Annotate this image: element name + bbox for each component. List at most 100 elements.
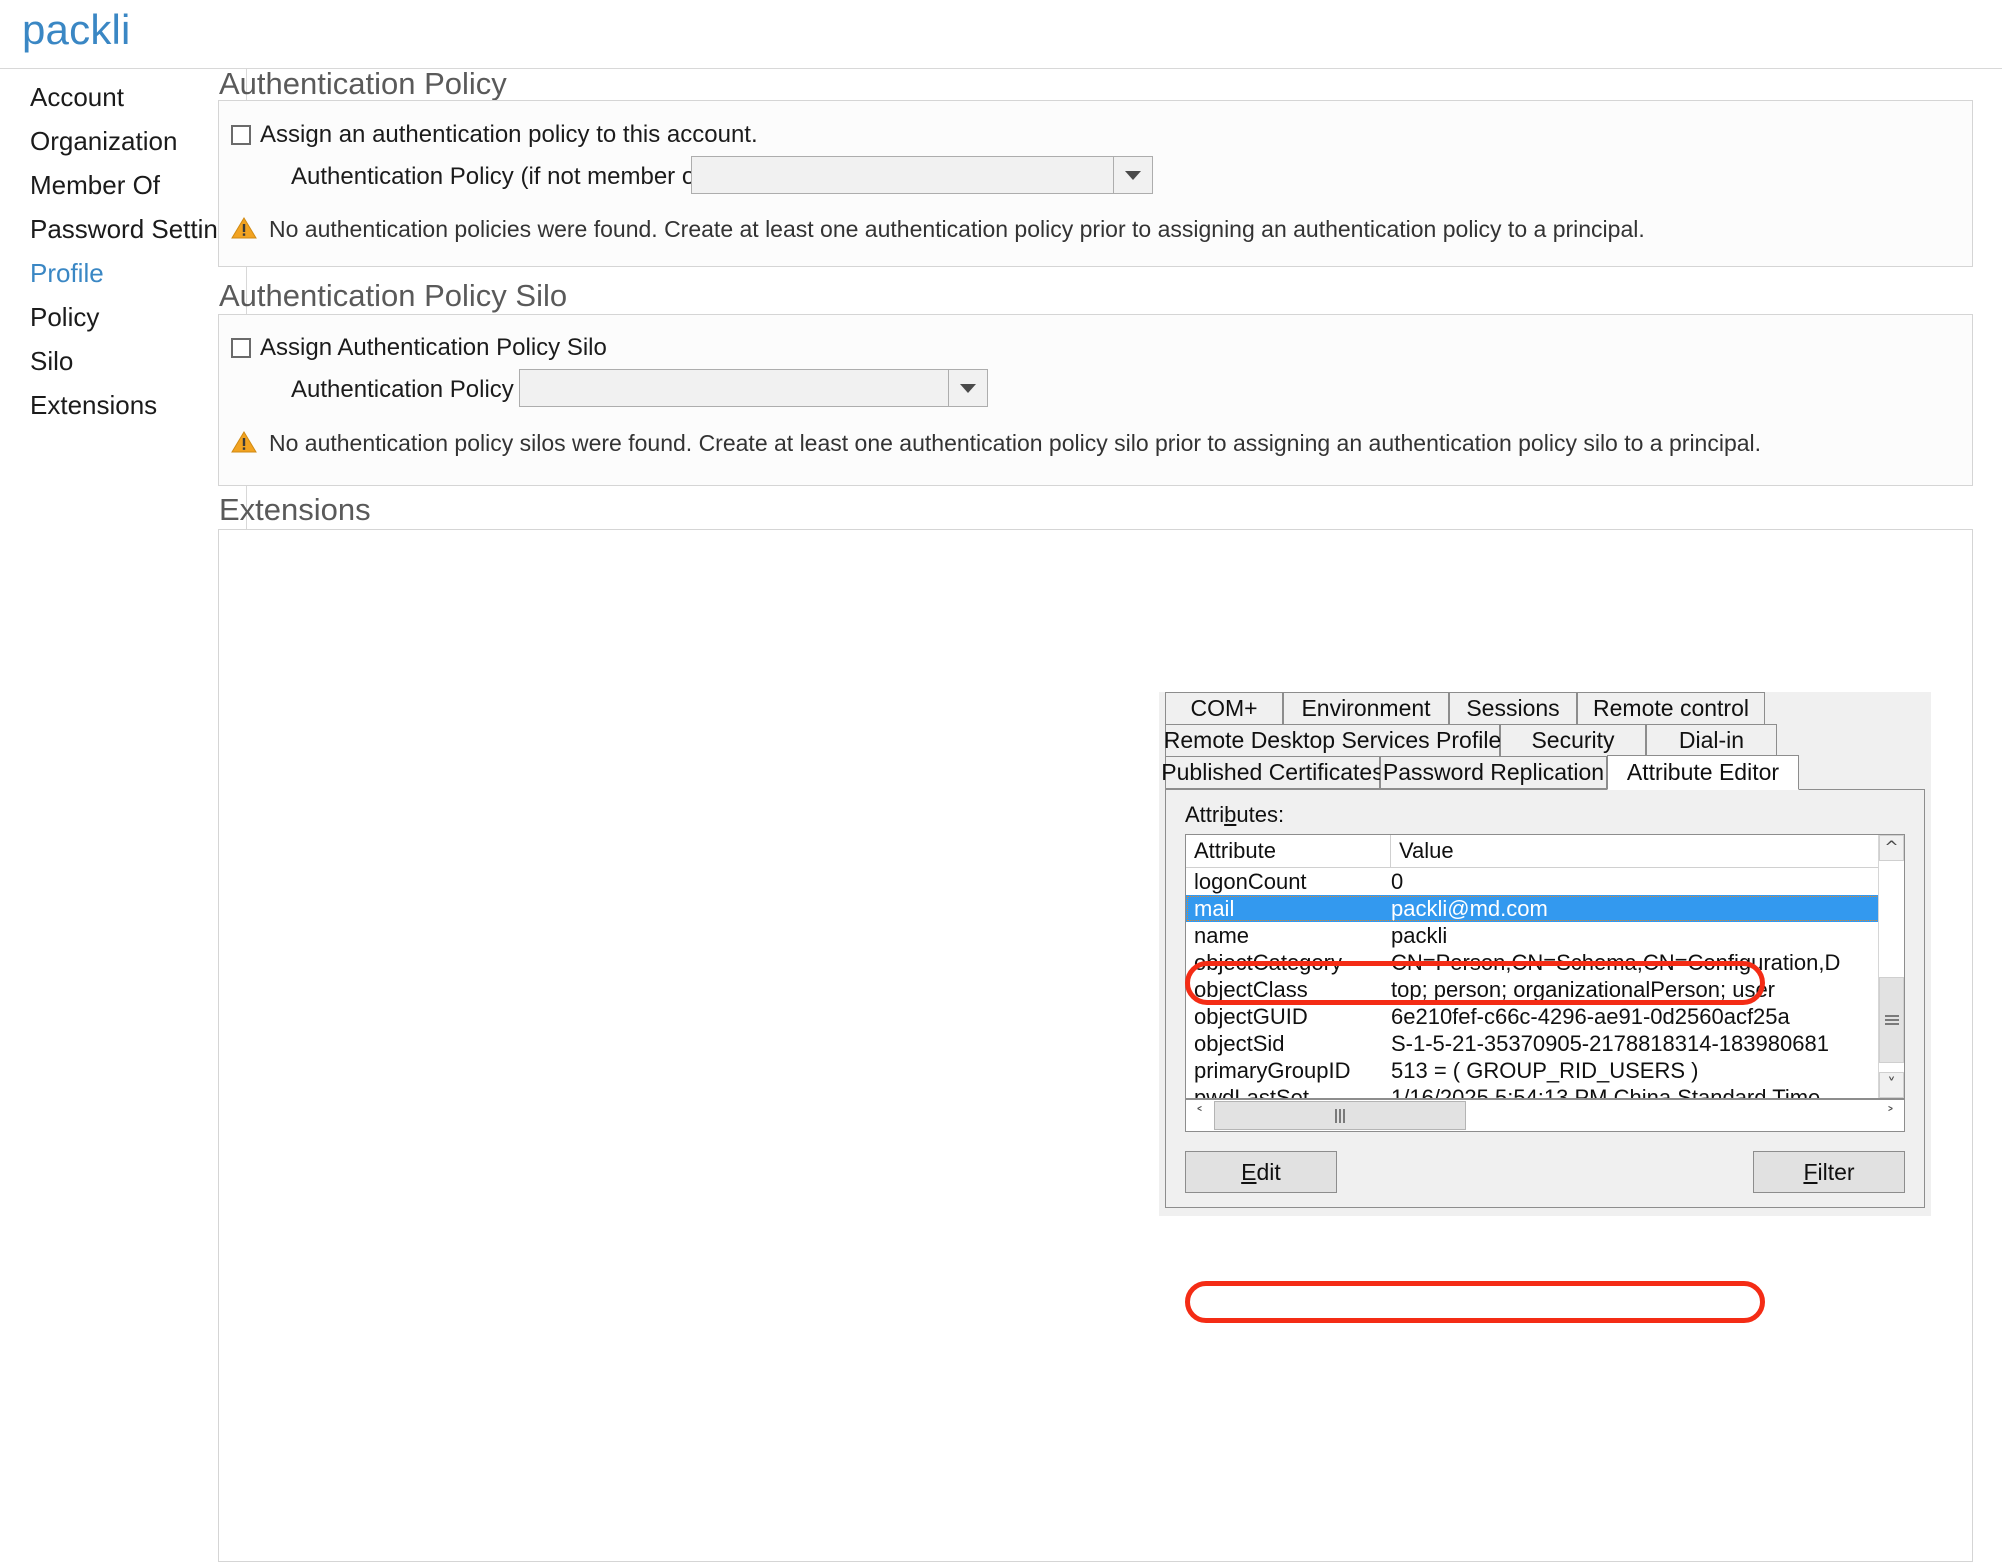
- auth-policy-combo[interactable]: [691, 156, 1153, 194]
- vertical-scrollbar[interactable]: ^ ˅: [1878, 835, 1904, 1098]
- cell-attribute: logonCount: [1194, 869, 1307, 894]
- tab-com-plus[interactable]: COM+: [1165, 692, 1283, 725]
- cell-value: top; person; organizationalPerson; user: [1391, 977, 1776, 1002]
- scroll-up-button[interactable]: ^: [1879, 835, 1904, 861]
- tab-label: Environment: [1301, 695, 1431, 721]
- table-row[interactable]: pwdLastSet 1/16/2025 5:54:13 PM China St…: [1186, 1084, 1904, 1099]
- cell-value: 6e210fef-c66c-4296-ae91-0d2560acf25a: [1391, 1004, 1790, 1029]
- sidebar-item-label: Silo: [30, 346, 74, 376]
- cell-value: 513 = ( GROUP_RID_USERS ): [1391, 1058, 1699, 1083]
- sidebar-item-label: Profile: [30, 258, 104, 288]
- cell-value: 0: [1391, 869, 1404, 894]
- horizontal-scrollbar[interactable]: ˂ ˃: [1185, 1099, 1905, 1132]
- page-title: packli: [22, 6, 131, 53]
- table-row[interactable]: objectSid S-1-5-21-35370905-2178818314-1…: [1186, 1030, 1904, 1057]
- edit-button[interactable]: Edit: [1185, 1151, 1337, 1193]
- table-row[interactable]: objectClass top; person; organizationalP…: [1186, 976, 1904, 1003]
- chevron-left-icon: ˂: [1195, 1105, 1204, 1125]
- auth-policy-combo-value: [692, 157, 1113, 193]
- sidebar-item-extensions[interactable]: Extensions: [30, 390, 157, 421]
- sidebar-item-profile[interactable]: Profile: [30, 258, 104, 289]
- table-row[interactable]: primaryGroupID 513 = ( GROUP_RID_USERS ): [1186, 1057, 1904, 1084]
- attributes-table[interactable]: Attribute Value logonCount 0 mail packli…: [1185, 834, 1905, 1099]
- auth-policy-warning-text: No authentication policies were found. C…: [269, 216, 1645, 242]
- sidebar-item-label: Account: [30, 82, 124, 112]
- cell-attribute: mail: [1194, 896, 1235, 921]
- tab-label: Remote Desktop Services Profile: [1163, 727, 1502, 753]
- chevron-right-icon: ˃: [1886, 1105, 1895, 1125]
- sidebar-item-organization[interactable]: Organization: [30, 126, 177, 157]
- column-header-attribute[interactable]: Attribute: [1186, 835, 1391, 867]
- chevron-down-icon[interactable]: [948, 370, 987, 406]
- tab-dial-in[interactable]: Dial-in: [1646, 724, 1777, 757]
- table-row[interactable]: objectCategory CN=Person,CN=Schema,CN=Co…: [1186, 949, 1904, 976]
- grip-icon: [1335, 1108, 1345, 1123]
- tab-environment[interactable]: Environment: [1283, 692, 1449, 725]
- sidebar-item-account[interactable]: Account: [30, 82, 124, 113]
- attributes-label: Attributes:: [1185, 802, 1285, 827]
- sidebar-item-label: Member Of: [30, 170, 161, 200]
- scrollbar-thumb[interactable]: [1879, 977, 1904, 1063]
- warning-icon: [231, 217, 257, 239]
- sidebar: Account Organization Member Of Password Set…: [0, 69, 246, 1562]
- cell-value: S-1-5-21-35370905-2178818314-183980681: [1391, 1031, 1829, 1056]
- warning-icon: [231, 431, 257, 453]
- cell-attribute: primaryGroupID: [1194, 1058, 1351, 1083]
- scroll-left-button[interactable]: ˂: [1186, 1100, 1213, 1131]
- cell-attribute: objectSid: [1194, 1031, 1285, 1056]
- scroll-down-button[interactable]: ˅: [1879, 1072, 1904, 1098]
- auth-policy-silo-warning-text: No authentication policy silos were foun…: [269, 430, 1762, 456]
- table-row[interactable]: objectGUID 6e210fef-c66c-4296-ae91-0d256…: [1186, 1003, 1904, 1030]
- assign-auth-policy-silo-label: Assign Authentication Policy Silo: [260, 334, 607, 361]
- cell-attribute: pwdLastSet: [1194, 1085, 1309, 1099]
- sidebar-item-label: Extensions: [30, 390, 158, 420]
- tab-label: Published Certificates: [1161, 759, 1384, 785]
- tab-attribute-editor[interactable]: Attribute Editor: [1607, 755, 1799, 790]
- cell-attribute: objectGUID: [1194, 1004, 1308, 1029]
- cell-attribute: objectClass: [1194, 977, 1308, 1002]
- cell-attribute: name: [1194, 923, 1250, 948]
- tab-label: Security: [1531, 727, 1615, 753]
- sidebar-item-silo[interactable]: Silo: [30, 346, 73, 377]
- filter-button[interactable]: Filter: [1753, 1151, 1905, 1193]
- tab-published-certificates[interactable]: Published Certificates: [1161, 756, 1384, 789]
- tab-sessions[interactable]: Sessions: [1449, 692, 1577, 725]
- tab-label: Attribute Editor: [1626, 759, 1780, 785]
- table-row[interactable]: logonCount 0: [1186, 868, 1904, 895]
- cell-value: packli: [1391, 923, 1448, 948]
- tab-label: Sessions: [1466, 695, 1560, 721]
- tab-label: Dial-in: [1678, 727, 1745, 753]
- attributes-table-header: Attribute Value: [1186, 835, 1904, 868]
- tab-password-replication[interactable]: Password Replication: [1380, 756, 1607, 789]
- column-header-value[interactable]: Value: [1391, 835, 1880, 867]
- cell-value: 1/16/2025 5:54:13 PM China Standard Time: [1391, 1085, 1821, 1099]
- tab-remote-control[interactable]: Remote control: [1577, 692, 1765, 725]
- attribute-editor-dialog: COM+ Environment Sessions Remote control…: [1159, 692, 1931, 1216]
- sidebar-item-member-of[interactable]: Member Of: [30, 170, 160, 201]
- tab-security[interactable]: Security: [1500, 724, 1646, 757]
- scrollbar-thumb[interactable]: [1214, 1101, 1466, 1130]
- section-title-auth-policy: Authentication Policy: [219, 66, 507, 101]
- auth-policy-silo-combo[interactable]: [519, 369, 988, 407]
- app-header: packli: [0, 0, 2002, 68]
- sidebar-item-password-settings[interactable]: Password Settings: [30, 214, 245, 245]
- sidebar-item-policy[interactable]: Policy: [30, 302, 99, 333]
- scroll-right-button[interactable]: ˃: [1877, 1100, 1904, 1131]
- assign-auth-policy-label: Assign an authentication policy to this …: [260, 121, 758, 148]
- grip-icon: [1884, 1015, 1899, 1025]
- tab-remote-desktop-services-profile[interactable]: Remote Desktop Services Profile: [1163, 724, 1502, 757]
- table-row[interactable]: name packli: [1186, 922, 1904, 949]
- sidebar-item-label: Policy: [30, 302, 100, 332]
- tab-label: Password Replication: [1382, 759, 1605, 785]
- tab-label: Remote control: [1593, 695, 1749, 721]
- table-row[interactable]: mail packli@md.com: [1186, 895, 1904, 922]
- chevron-down-icon[interactable]: [1113, 157, 1152, 193]
- auth-policy-silo-combo-value: [520, 370, 948, 406]
- cell-value: CN=Person,CN=Schema,CN=Configuration,D: [1391, 950, 1841, 975]
- tab-label: COM+: [1190, 695, 1258, 721]
- assign-auth-policy-silo-checkbox[interactable]: [231, 338, 251, 358]
- edit-button-label: Edit: [1241, 1158, 1281, 1185]
- chevron-up-icon: ^: [1884, 837, 1899, 858]
- assign-auth-policy-checkbox[interactable]: [231, 125, 251, 145]
- chevron-down-icon: ˅: [1887, 1074, 1896, 1095]
